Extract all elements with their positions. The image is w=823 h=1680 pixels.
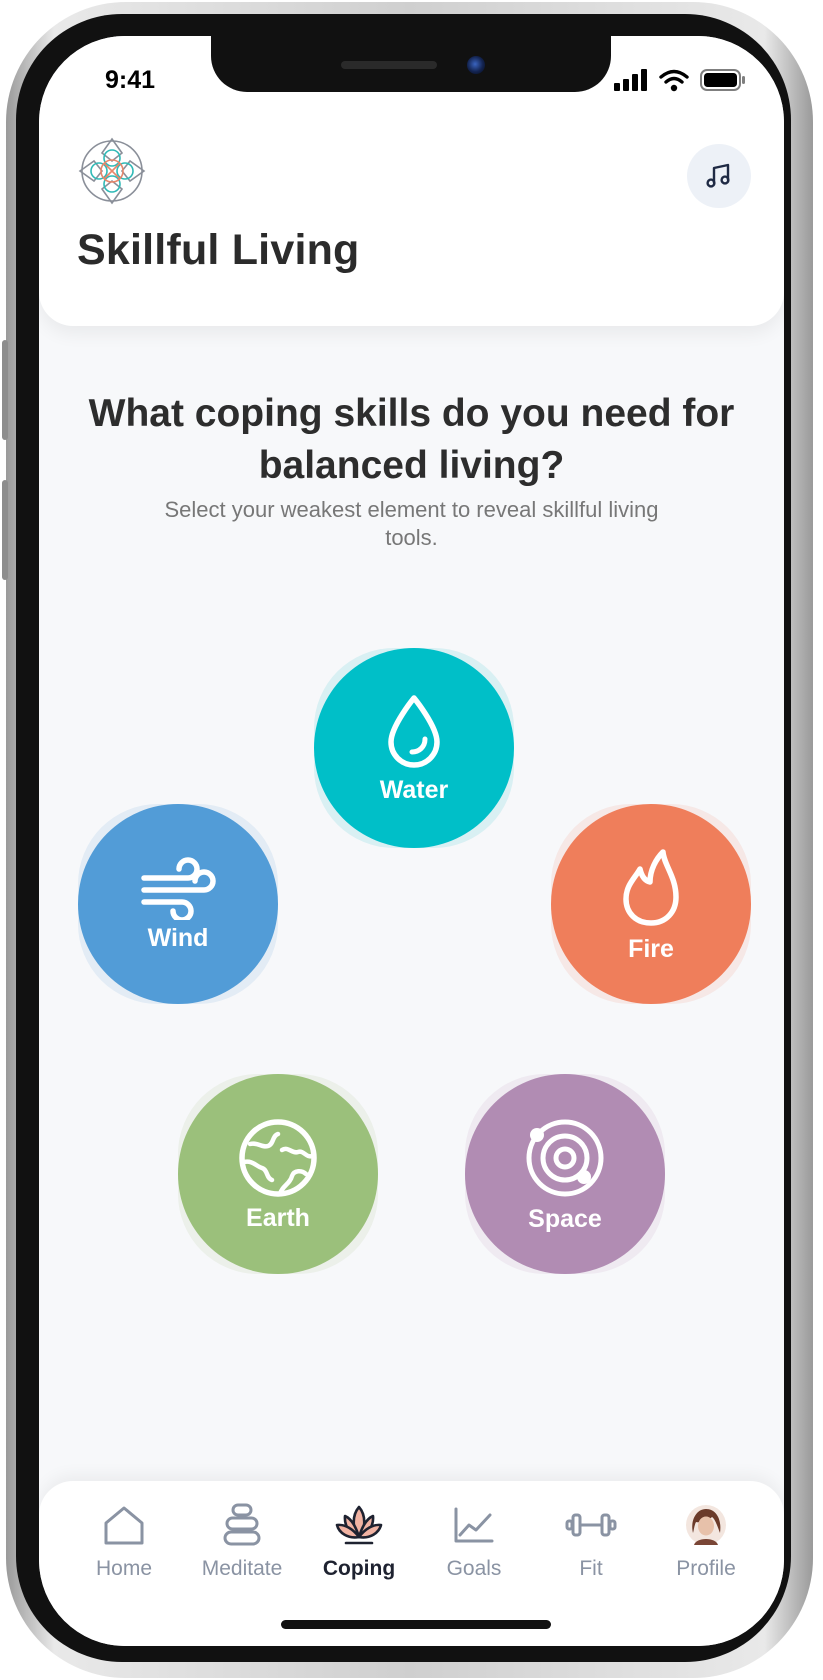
- tab-home[interactable]: Home: [69, 1501, 179, 1587]
- tab-label: Fit: [579, 1557, 603, 1580]
- element-water[interactable]: Water: [314, 648, 514, 848]
- tab-label: Meditate: [201, 1557, 283, 1580]
- tab-profile[interactable]: Profile: [651, 1501, 761, 1587]
- tab-fit[interactable]: Fit: [536, 1501, 646, 1587]
- tab-label: Goals: [446, 1557, 502, 1580]
- status-icons: [614, 68, 746, 92]
- coping-subtitle: Select your weakest element to reveal sk…: [164, 497, 659, 550]
- phone-side-button: [2, 480, 8, 580]
- tab-label: Coping: [322, 1557, 396, 1580]
- music-note-icon: [706, 163, 730, 188]
- page-title: Skillful Living: [77, 226, 360, 274]
- space-button[interactable]: Space: [465, 1074, 665, 1274]
- home-icon: [104, 1506, 144, 1545]
- battery-icon: [700, 69, 745, 91]
- status-time: 9:41: [105, 66, 156, 94]
- mandala-logo-icon: [78, 137, 146, 205]
- dumbbell-icon: [565, 1513, 617, 1537]
- cellular-signal-icon: [614, 69, 647, 91]
- stones-icon: [223, 1503, 261, 1546]
- element-label: Space: [528, 1204, 602, 1233]
- music-button[interactable]: [687, 144, 751, 208]
- tab-meditate[interactable]: Meditate: [187, 1501, 297, 1587]
- camera-notch: [211, 36, 611, 92]
- element-wind[interactable]: Wind: [78, 804, 278, 1004]
- coping-question: What coping skills do you need for balan…: [88, 392, 735, 487]
- water-button[interactable]: Water: [314, 648, 514, 848]
- wifi-icon: [659, 69, 689, 92]
- profile-avatar: [686, 1505, 726, 1545]
- element-label: Water: [379, 775, 449, 804]
- element-label: Earth: [246, 1203, 310, 1232]
- element-label: Fire: [628, 934, 674, 963]
- chart-line-icon: [454, 1507, 494, 1543]
- orbit-icon: [526, 1119, 604, 1196]
- element-label: Wind: [147, 923, 209, 952]
- front-camera: [467, 56, 485, 74]
- tab-goals[interactable]: Goals: [419, 1501, 529, 1587]
- element-space[interactable]: Space: [465, 1074, 665, 1274]
- globe-icon: [239, 1118, 317, 1197]
- speaker-grille: [341, 61, 437, 69]
- phone-side-button: [2, 340, 8, 440]
- earth-button[interactable]: Earth: [178, 1074, 378, 1274]
- wind-button[interactable]: Wind: [78, 804, 278, 1004]
- app-screen: Skillful Living 9:41 What coping skills …: [39, 36, 784, 1646]
- home-indicator[interactable]: [281, 1620, 551, 1629]
- element-fire[interactable]: Fire: [551, 804, 751, 1004]
- water-drop-icon: [388, 694, 440, 768]
- lotus-icon: [335, 1505, 383, 1545]
- tab-coping[interactable]: Coping: [304, 1501, 414, 1587]
- flame-icon: [623, 848, 679, 926]
- wind-icon: [141, 856, 216, 920]
- tab-label: Profile: [676, 1557, 736, 1580]
- element-earth[interactable]: Earth: [178, 1074, 378, 1274]
- fire-button[interactable]: Fire: [551, 804, 751, 1004]
- tab-label: Home: [95, 1557, 153, 1580]
